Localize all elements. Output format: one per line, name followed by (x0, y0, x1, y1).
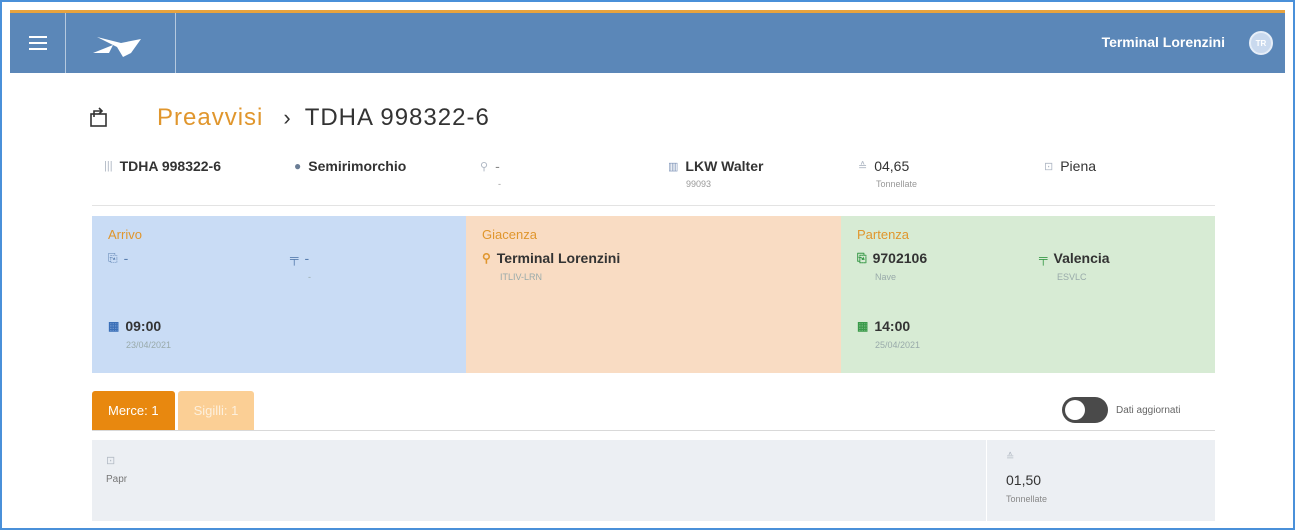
container-info-row: ||| TDHA 998322-6 ● Semirimorchio ⚲ - - ▥ LK… (92, 158, 1215, 206)
seal-info: ⚲ - - (480, 158, 501, 189)
location-icon: ╤ (290, 251, 299, 265)
weight-icon: ≙ (858, 160, 868, 173)
location-icon: ╤ (1039, 251, 1048, 265)
partenza-voyage: ⎘ 9702106 Nave (857, 250, 928, 282)
hamburger-menu-button[interactable] (10, 13, 66, 73)
app-logo[interactable] (66, 13, 176, 73)
location-pin-icon: ⚲ (482, 251, 491, 265)
updated-data-toggle[interactable]: Dati aggiornati (1062, 397, 1180, 423)
goods-row: ⊡ Papr ≙ 01,50 Tonnellate (92, 440, 1215, 521)
detail-tabs: Merce: 1 Sigilli: 1 (92, 391, 257, 430)
partenza-label: Partenza (857, 227, 910, 242)
arrivo-label: Arrivo (108, 227, 142, 242)
load-status: ⊡ Piena (1044, 158, 1097, 174)
container-number: ||| TDHA 998322-6 (104, 158, 221, 174)
goods-weight-value: 01,50 (1006, 472, 1042, 488)
carrier-info: ▥ LKW Walter 99093 (668, 158, 764, 189)
page-title: TDHA 998322-6 (304, 104, 490, 131)
unit-type: ● Semirimorchio (294, 158, 407, 174)
giacenza-block: Giacenza ⚲ Terminal Lorenzini ITLIV-LRN (466, 216, 841, 373)
partenza-destination: ╤ Valencia ESVLC (1039, 250, 1110, 282)
vessel-icon: ⎘ (857, 250, 867, 265)
barcode-icon: ||| (104, 160, 113, 172)
goods-weight-unit: Tonnellate (1006, 494, 1048, 504)
terminal-name: Terminal Lorenzini (1101, 34, 1225, 50)
menu-icon (28, 42, 47, 44)
user-avatar[interactable]: TR (1249, 31, 1273, 55)
breadcrumb-separator: › (283, 105, 291, 130)
transfer-box-icon (90, 107, 107, 127)
plane-logo-icon (92, 37, 141, 57)
breadcrumb-preavvisi-link[interactable]: Preavvisi (157, 104, 263, 132)
key-icon: ⚲ (480, 160, 489, 173)
toggle-knob (1065, 400, 1085, 420)
partenza-time: ▦ 14:00 25/04/2021 (857, 318, 921, 350)
arrivo-time: ▦ 09:00 23/04/2021 (108, 318, 172, 350)
calendar-icon: ▦ (108, 319, 120, 333)
arrivo-vessel: ⎘ - (108, 250, 129, 266)
toggle-switch[interactable] (1062, 397, 1108, 423)
arrivo-block: Arrivo ⎘ - ╤ - - ▦ 09:00 23/04/2021 (92, 216, 466, 373)
info-circle-icon: ● (294, 159, 302, 173)
weight-icon: ≙ (1006, 452, 1015, 463)
toggle-label: Dati aggiornati (1116, 404, 1181, 416)
giacenza-label: Giacenza (482, 227, 537, 242)
tab-sigilli[interactable]: Sigilli: 1 (177, 391, 255, 430)
weight-info: ≙ 04,65 Tonnellate (858, 158, 918, 189)
tab-merce[interactable]: Merce: 1 (92, 391, 175, 430)
tabs-divider (92, 430, 1215, 431)
goods-name: Papr (106, 474, 128, 485)
box-icon: ⊡ (106, 455, 116, 467)
box-icon: ⊡ (1044, 160, 1054, 173)
company-icon: ▥ (668, 160, 679, 173)
partenza-block: Partenza ⎘ 9702106 Nave ╤ Valencia ESVLC ▦… (841, 216, 1215, 373)
arrivo-place: ╤ - - (290, 250, 311, 282)
goods-description-cell: ⊡ Papr (92, 440, 987, 521)
calendar-icon: ▦ (857, 319, 869, 333)
breadcrumb: Preavvisi › TDHA 998322-6 (88, 103, 490, 133)
movement-blocks: Arrivo ⎘ - ╤ - - ▦ 09:00 23/04/2021 Giacenz… (92, 216, 1215, 373)
giacenza-terminal: ⚲ Terminal Lorenzini ITLIV-LRN (482, 250, 621, 282)
top-bar: Terminal Lorenzini TR (10, 10, 1285, 73)
vessel-icon: ⎘ (108, 250, 118, 265)
